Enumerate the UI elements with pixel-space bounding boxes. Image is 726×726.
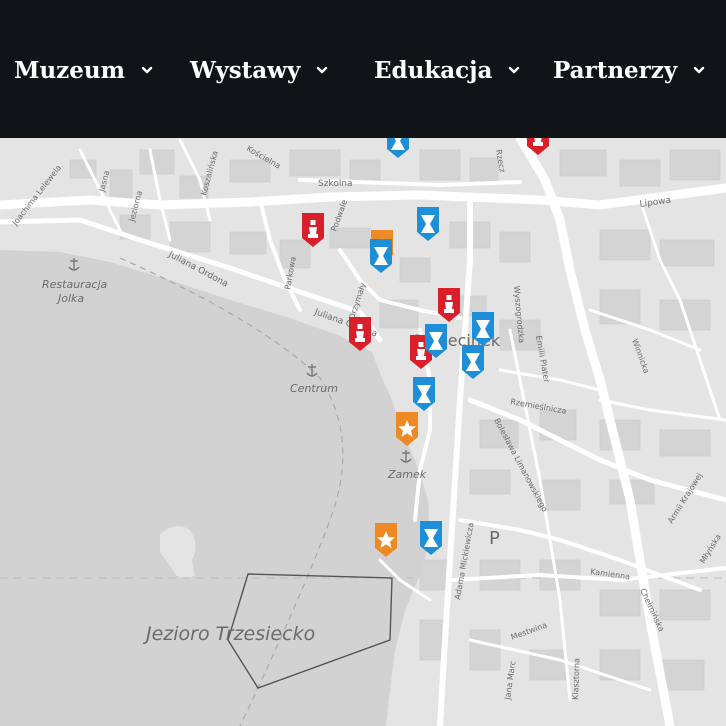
map-label-zamek: Zamek <box>387 468 427 481</box>
street-label: Szkolna <box>318 179 353 189</box>
map-area[interactable]: P Restauracja Jolka Centrum Zamek Jezior… <box>0 138 726 726</box>
map-canvas[interactable]: P Restauracja Jolka Centrum Zamek Jezior… <box>0 138 726 726</box>
nav-item-label: Muzeum <box>14 56 125 84</box>
nav-item-label: Edukacja <box>374 56 493 84</box>
map-label-jezioro: Jezioro Trzesiecko <box>142 623 315 645</box>
chevron-down-icon <box>141 66 153 74</box>
parking-label: P <box>489 528 500 549</box>
map-label-jolka: Jolka <box>56 292 84 305</box>
chevron-down-icon <box>694 66 705 74</box>
nav-item-wystawy[interactable]: Wystawy <box>190 52 330 88</box>
nav-item-edukacja[interactable]: Edukacja <box>374 52 522 88</box>
street-label: Klasztorna <box>571 658 581 700</box>
nav-item-partnerzy[interactable]: Partnerzy <box>553 52 707 88</box>
nav-item-label: Partnerzy <box>553 56 678 84</box>
nav-item-label: Wystawy <box>190 56 301 84</box>
chevron-down-icon <box>509 66 520 74</box>
map-label-centrum: Centrum <box>290 382 338 395</box>
nav-item-muzeum[interactable]: Muzeum <box>14 52 155 88</box>
map-label-restauracja: Restauracja <box>42 278 108 291</box>
chevron-down-icon <box>317 66 328 74</box>
top-navigation-bar: Muzeum Wystawy Edukacja Partnerzy <box>0 0 726 138</box>
